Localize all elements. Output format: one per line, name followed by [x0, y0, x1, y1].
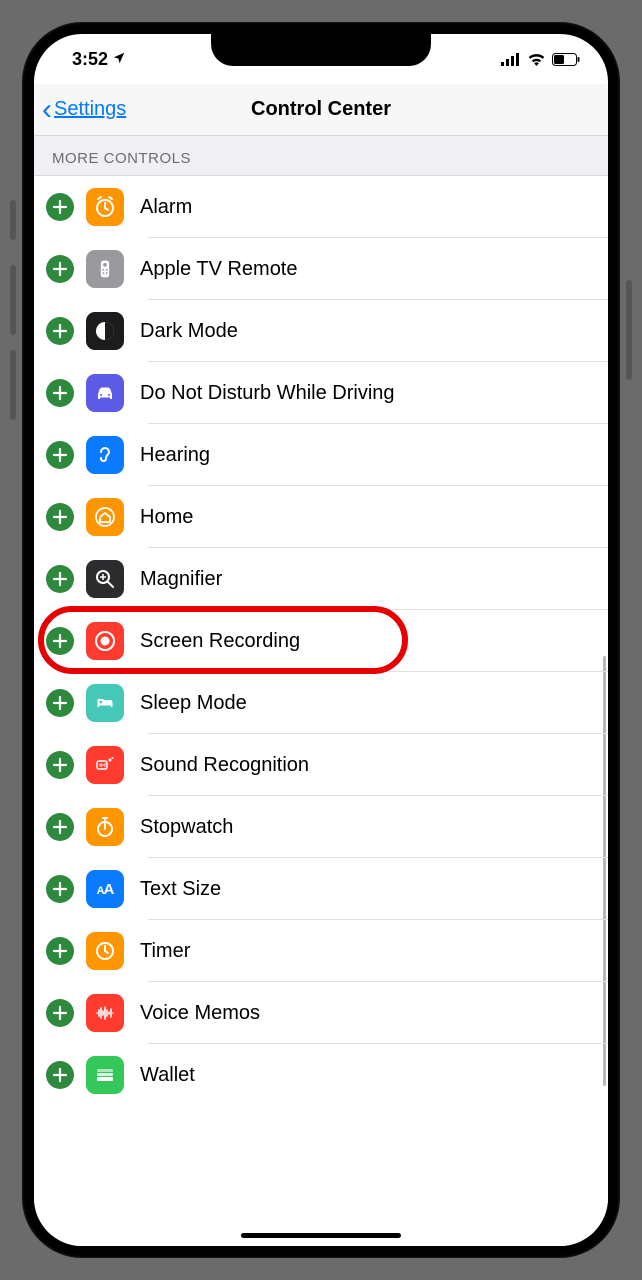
darkmode-icon	[86, 312, 124, 350]
add-button[interactable]	[46, 503, 74, 531]
remote-icon	[86, 250, 124, 288]
row-label: Alarm	[140, 196, 192, 219]
row-label: Screen Recording	[140, 630, 300, 653]
status-time: 3:52	[72, 49, 108, 70]
add-button[interactable]	[46, 689, 74, 717]
textsize-icon: AA	[86, 870, 124, 908]
timer-icon	[86, 932, 124, 970]
navigation-bar: ‹ Settings Control Center	[34, 84, 608, 136]
add-button[interactable]	[46, 999, 74, 1027]
list-item[interactable]: Apple TV Remote	[34, 238, 608, 300]
row-label: Stopwatch	[140, 816, 233, 839]
add-button[interactable]	[46, 937, 74, 965]
row-label: Voice Memos	[140, 1002, 260, 1025]
battery-icon	[552, 53, 580, 66]
alarm-icon	[86, 188, 124, 226]
list-item[interactable]: Voice Memos	[34, 982, 608, 1044]
add-button[interactable]	[46, 441, 74, 469]
back-label: Settings	[54, 98, 126, 121]
row-label: Sleep Mode	[140, 692, 247, 715]
list-item[interactable]: Timer	[34, 920, 608, 982]
bed-icon	[86, 684, 124, 722]
wifi-icon	[527, 52, 546, 66]
home-icon	[86, 498, 124, 536]
row-label: Magnifier	[140, 568, 222, 591]
list-item[interactable]: Alarm	[34, 176, 608, 238]
row-label: Timer	[140, 940, 190, 963]
stopwatch-icon	[86, 808, 124, 846]
add-button[interactable]	[46, 627, 74, 655]
list-item[interactable]: Sound Recognition	[34, 734, 608, 796]
car-icon	[86, 374, 124, 412]
row-label: Text Size	[140, 878, 221, 901]
add-button[interactable]	[46, 751, 74, 779]
list-item[interactable]: Screen Recording	[34, 610, 608, 672]
list-item[interactable]: Home	[34, 486, 608, 548]
section-header-more-controls: MORE CONTROLS	[34, 136, 608, 176]
list-item[interactable]: Magnifier	[34, 548, 608, 610]
list-item[interactable]: Wallet	[34, 1044, 608, 1106]
add-button[interactable]	[46, 317, 74, 345]
controls-list[interactable]: Alarm Apple TV Remote Dark Mode Do Not Dist…	[34, 176, 608, 1246]
add-button[interactable]	[46, 875, 74, 903]
row-label: Hearing	[140, 444, 210, 467]
list-item[interactable]: AA Text Size	[34, 858, 608, 920]
row-label: Home	[140, 506, 193, 529]
list-item[interactable]: Dark Mode	[34, 300, 608, 362]
row-label: Sound Recognition	[140, 754, 309, 777]
list-item[interactable]: Do Not Disturb While Driving	[34, 362, 608, 424]
location-arrow-icon	[112, 49, 126, 70]
add-button[interactable]	[46, 565, 74, 593]
cellular-signal-icon	[501, 53, 521, 66]
back-button[interactable]: ‹ Settings	[34, 95, 126, 125]
home-indicator[interactable]	[241, 1233, 401, 1238]
row-label: Apple TV Remote	[140, 258, 298, 281]
sound-icon	[86, 746, 124, 784]
add-button[interactable]	[46, 1061, 74, 1089]
add-button[interactable]	[46, 193, 74, 221]
add-button[interactable]	[46, 255, 74, 283]
list-item[interactable]: Hearing	[34, 424, 608, 486]
record-icon	[86, 622, 124, 660]
list-item[interactable]: Sleep Mode	[34, 672, 608, 734]
row-label: Wallet	[140, 1064, 195, 1087]
ear-icon	[86, 436, 124, 474]
list-item[interactable]: Stopwatch	[34, 796, 608, 858]
add-button[interactable]	[46, 813, 74, 841]
row-label: Do Not Disturb While Driving	[140, 382, 395, 405]
row-label: Dark Mode	[140, 320, 238, 343]
chevron-left-icon: ‹	[42, 95, 52, 125]
magnifier-icon	[86, 560, 124, 598]
device-notch	[211, 32, 431, 66]
voicememo-icon	[86, 994, 124, 1032]
add-button[interactable]	[46, 379, 74, 407]
wallet-icon	[86, 1056, 124, 1094]
